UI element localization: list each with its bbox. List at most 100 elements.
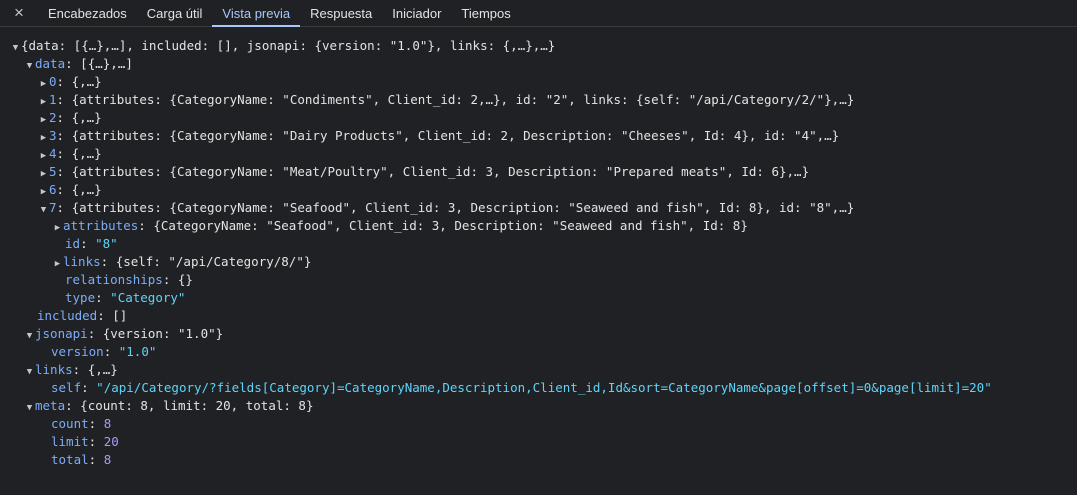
attributes-summary: {CategoryName: "Seafood", Client_id: 3, … xyxy=(153,218,748,233)
colon: : xyxy=(88,452,104,467)
tree-leaf-count: count: 8 xyxy=(0,415,1077,433)
item-summary: {attributes: {CategoryName: "Meat/Poultr… xyxy=(71,164,810,179)
item-summary: {,…} xyxy=(71,182,102,197)
colon: : xyxy=(65,56,81,71)
meta-key: meta xyxy=(35,398,66,413)
colon: : xyxy=(81,380,97,395)
colon: : xyxy=(103,344,119,359)
links-key: links xyxy=(35,362,73,377)
included-value: [] xyxy=(112,308,128,323)
version-key: version xyxy=(51,344,104,359)
tree-root[interactable]: ▼ {data: [{…},…], included: [], jsonapi: … xyxy=(0,37,1077,55)
version-value: "1.0" xyxy=(118,344,157,359)
tree-node-jsonapi[interactable]: ▼ jsonapi: {version: "1.0"} xyxy=(0,325,1077,343)
id-value: "8" xyxy=(95,236,118,251)
root-summary: {data: [{…},…], included: [], jsonapi: {… xyxy=(21,38,556,53)
limit-key: limit xyxy=(51,434,89,449)
index-key: 3 xyxy=(49,128,57,143)
count-key: count xyxy=(51,416,89,431)
relationships-key: relationships xyxy=(65,272,163,287)
json-preview-tree: ▼ {data: [{…},…], included: [], jsonapi: … xyxy=(0,27,1077,469)
attributes-key: attributes xyxy=(63,218,139,233)
tree-node-data[interactable]: ▼ data: [{…},…] xyxy=(0,55,1077,73)
total-value: 8 xyxy=(103,452,112,467)
tree-node-data-6[interactable]: ▶ 6: {,…} xyxy=(0,181,1077,199)
tree-leaf-total: total: 8 xyxy=(0,451,1077,469)
limit-value: 20 xyxy=(103,434,119,449)
tree-leaf-included: included: [] xyxy=(0,307,1077,325)
item-summary: {,…} xyxy=(71,146,102,161)
tree-node-data-0[interactable]: ▶ 0: {,…} xyxy=(0,73,1077,91)
tab-vista-previa[interactable]: Vista previa xyxy=(212,0,300,27)
item-summary: {,…} xyxy=(71,110,102,125)
tab-iniciador[interactable]: Iniciador xyxy=(382,0,451,26)
colon: : xyxy=(95,290,111,305)
colon: : xyxy=(56,182,72,197)
colon: : xyxy=(56,110,72,125)
colon: : xyxy=(56,74,72,89)
links-summary: {self: "/api/Category/8/"} xyxy=(115,254,312,269)
count-value: 8 xyxy=(103,416,112,431)
colon: : xyxy=(138,218,154,233)
tab-tiempos[interactable]: Tiempos xyxy=(451,0,520,26)
tab-carga-util[interactable]: Carga útil xyxy=(137,0,213,26)
type-value: "Category" xyxy=(110,290,186,305)
colon: : xyxy=(56,164,72,179)
close-icon[interactable]: × xyxy=(0,0,38,26)
links-key: links xyxy=(63,254,101,269)
devtools-tabbar: × Encabezados Carga útil Vista previa Re… xyxy=(0,0,1077,27)
jsonapi-summary: {version: "1.0"} xyxy=(102,326,224,341)
tree-node-data-7[interactable]: ▼ 7: {attributes: {CategoryName: "Seafood… xyxy=(0,199,1077,217)
item-summary: {attributes: {CategoryName: "Condiments"… xyxy=(71,92,855,107)
colon: : xyxy=(65,398,81,413)
colon: : xyxy=(56,200,72,215)
tree-node-data-3[interactable]: ▶ 3: {attributes: {CategoryName: "Dairy P… xyxy=(0,127,1077,145)
index-key: 1 xyxy=(49,92,57,107)
index-key: 6 xyxy=(49,182,57,197)
self-key: self xyxy=(51,380,82,395)
id-key: id xyxy=(65,236,81,251)
total-key: total xyxy=(51,452,89,467)
tree-node-links[interactable]: ▼ links: {,…} xyxy=(0,361,1077,379)
colon: : xyxy=(162,272,178,287)
item-summary: {,…} xyxy=(71,74,102,89)
tab-encabezados[interactable]: Encabezados xyxy=(38,0,137,26)
data-summary: [{…},…] xyxy=(80,56,133,71)
colon: : xyxy=(88,434,104,449)
links-summary: {,…} xyxy=(87,362,118,377)
type-key: type xyxy=(65,290,96,305)
colon: : xyxy=(87,326,103,341)
tree-leaf-relationships: relationships: {} xyxy=(0,271,1077,289)
index-key: 2 xyxy=(49,110,57,125)
colon: : xyxy=(88,416,104,431)
index-key: 5 xyxy=(49,164,57,179)
tree-node-data-1[interactable]: ▶ 1: {attributes: {CategoryName: "Condime… xyxy=(0,91,1077,109)
item-summary: {attributes: {CategoryName: "Seafood", C… xyxy=(71,200,855,215)
data-key: data xyxy=(35,56,66,71)
index-key: 0 xyxy=(49,74,57,89)
colon: : xyxy=(100,254,116,269)
meta-summary: {count: 8, limit: 20, total: 8} xyxy=(80,398,314,413)
tree-node-links-item[interactable]: ▶ links: {self: "/api/Category/8/"} xyxy=(0,253,1077,271)
relationships-value: {} xyxy=(177,272,193,287)
colon: : xyxy=(80,236,96,251)
tree-node-attributes[interactable]: ▶ attributes: {CategoryName: "Seafood", C… xyxy=(0,217,1077,235)
self-value: "/api/Category/?fields[Category]=Categor… xyxy=(96,380,992,395)
colon: : xyxy=(97,308,113,323)
tree-leaf-version: version: "1.0" xyxy=(0,343,1077,361)
colon: : xyxy=(56,92,72,107)
index-key: 4 xyxy=(49,146,57,161)
colon: : xyxy=(56,146,72,161)
colon: : xyxy=(56,128,72,143)
tree-leaf-id: id: "8" xyxy=(0,235,1077,253)
tree-node-meta[interactable]: ▼ meta: {count: 8, limit: 20, total: 8} xyxy=(0,397,1077,415)
tree-node-data-5[interactable]: ▶ 5: {attributes: {CategoryName: "Meat/Po… xyxy=(0,163,1077,181)
tab-respuesta[interactable]: Respuesta xyxy=(300,0,382,26)
tree-node-data-4[interactable]: ▶ 4: {,…} xyxy=(0,145,1077,163)
index-key: 7 xyxy=(49,200,57,215)
tree-leaf-limit: limit: 20 xyxy=(0,433,1077,451)
tree-node-data-2[interactable]: ▶ 2: {,…} xyxy=(0,109,1077,127)
included-key: included xyxy=(37,308,98,323)
tree-leaf-self: self: "/api/Category/?fields[Category]=C… xyxy=(0,379,1077,397)
colon: : xyxy=(72,362,88,377)
